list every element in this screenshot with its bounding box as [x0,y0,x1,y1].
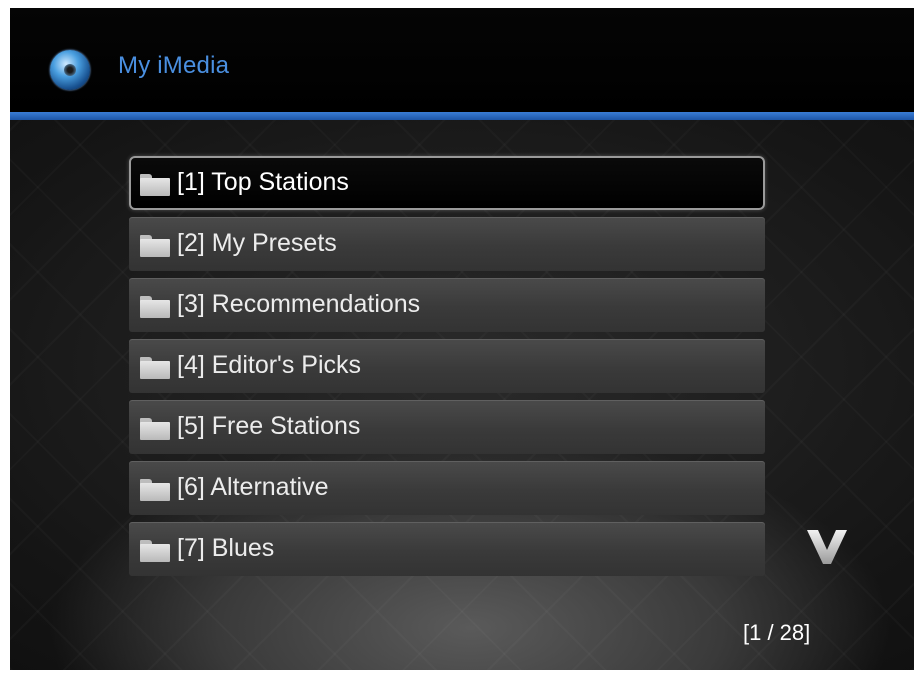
menu-item-top-stations[interactable]: [1] Top Stations [129,156,765,210]
menu-item-free-stations[interactable]: [5] Free Stations [129,400,765,454]
page-indicator: [1 / 28] [743,620,811,645]
menu-item-recommendations[interactable]: [3] Recommendations [129,278,765,332]
menu-item-label: [2] My Presets [177,229,337,257]
menu-item-label: [6] Alternative [177,473,329,501]
header: My iMedia [10,8,914,112]
menu-item-blues[interactable]: [7] Blues [129,522,765,576]
header-divider [10,112,914,120]
folder-icon [140,357,170,379]
menu-item-label: [7] Blues [177,534,275,562]
chevron-down-icon[interactable] [805,526,849,566]
menu-item-my-presets[interactable]: [2] My Presets [129,217,765,271]
menu-list: [1] Top Stations [2] My Presets [3] Reco… [129,156,765,583]
disc-icon [50,50,90,90]
folder-icon [140,174,170,196]
folder-icon [140,540,170,562]
menu-item-label: [1] Top Stations [177,168,349,196]
menu-item-alternative[interactable]: [6] Alternative [129,461,765,515]
folder-icon [140,479,170,501]
page-title: My iMedia [118,52,230,79]
menu-item-editors-picks[interactable]: [4] Editor's Picks [129,339,765,393]
folder-icon [140,296,170,318]
folder-icon [140,418,170,440]
folder-icon [140,235,170,257]
menu-item-label: [3] Recommendations [177,290,421,318]
menu-item-label: [4] Editor's Picks [177,351,361,379]
menu-item-label: [5] Free Stations [177,412,361,440]
media-screen: My iMedia [1] Top Stations [2] My Preset… [10,8,914,670]
